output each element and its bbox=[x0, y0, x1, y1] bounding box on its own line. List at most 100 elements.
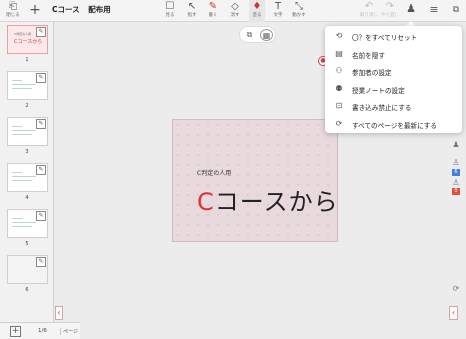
page-counter: 1/6 bbox=[38, 328, 47, 334]
page-number: 6 bbox=[25, 287, 29, 293]
edit-icon[interactable]: ✎ bbox=[36, 165, 46, 175]
menu-item-label: すべてのページを最新にする bbox=[352, 121, 437, 130]
page-thumbnail-2[interactable]: ✎ bbox=[7, 71, 48, 100]
distribution-label: 配布用 bbox=[88, 5, 111, 14]
menu-item-refresh-pages[interactable]: ⟳ すべてのページを最新にする bbox=[325, 115, 462, 133]
person-outline-icon[interactable]: ♙ bbox=[451, 158, 461, 167]
slide-title-rest: コースから bbox=[214, 188, 339, 216]
window-icon: ⧉ bbox=[452, 5, 460, 15]
reset-icon: ⟲ bbox=[335, 31, 343, 40]
redo-label: やり直し bbox=[381, 13, 399, 18]
text-icon: T bbox=[274, 1, 282, 12]
menu-item-label: 参加者の設定 bbox=[352, 69, 392, 77]
pointer-icon: ↖ bbox=[187, 1, 197, 12]
page-thumbnail-4[interactable]: ✎ bbox=[7, 163, 48, 192]
class-settings-button[interactable]: ♟ bbox=[404, 0, 418, 22]
edit-icon[interactable]: ✎ bbox=[36, 211, 46, 221]
menu-item-hide-names[interactable]: ▤ 名前を隠す bbox=[325, 45, 462, 63]
close-label: 閉じる bbox=[6, 13, 20, 18]
menu-item-participants[interactable]: ⚇ 参加者の設定 bbox=[325, 62, 462, 80]
menu-item-label: 授業ノートの設定 bbox=[352, 86, 405, 95]
collapse-sidebar-button[interactable]: ‹ bbox=[55, 306, 63, 320]
menu-item-class-note[interactable]: ⚉ 授業ノートの設定 bbox=[325, 80, 462, 98]
tool-text-label: 文字 bbox=[273, 13, 283, 18]
add-page-button[interactable]: + bbox=[10, 326, 21, 337]
slide-canvas[interactable]: C判定の人用 Cコースから bbox=[172, 119, 338, 242]
tool-move[interactable]: ⤡ 動かす bbox=[290, 0, 308, 22]
tool-write[interactable]: ✎ 書く bbox=[205, 0, 221, 22]
tool-paint-label: 塗る bbox=[252, 13, 262, 18]
document-title: Cコース 配布用 bbox=[52, 4, 111, 15]
eraser-icon: ◇ bbox=[231, 1, 239, 12]
tool-view[interactable]: ☐ 見る bbox=[162, 0, 178, 22]
edit-icon[interactable]: ✎ bbox=[36, 257, 46, 267]
edit-icon[interactable]: ✎ bbox=[36, 119, 46, 129]
tool-write-label: 書く bbox=[208, 13, 218, 18]
menu-item-label: 書き込み禁止にする bbox=[352, 104, 412, 112]
edit-icon[interactable]: ✎ bbox=[36, 27, 46, 37]
tool-move-label: 動かす bbox=[292, 13, 306, 18]
undo-icon: ↶ bbox=[364, 1, 374, 12]
page-thumbnail-6[interactable]: ✎ bbox=[7, 255, 48, 284]
edit-icon[interactable]: ✎ bbox=[36, 73, 46, 83]
page-number: 4 bbox=[25, 195, 29, 201]
page-number: 2 bbox=[25, 103, 29, 109]
page-number: 3 bbox=[25, 149, 29, 155]
class-note-icon: ⚉ bbox=[335, 83, 343, 93]
collapse-rail-button[interactable]: ‹ bbox=[449, 306, 458, 320]
redo-button[interactable]: ↷ やり直し bbox=[381, 0, 399, 22]
slide-title-accent: C bbox=[197, 188, 215, 216]
teacher-settings-icon: ♟ bbox=[406, 2, 416, 15]
page-label[interactable]: ページ bbox=[60, 328, 80, 335]
page-thumbnail-5[interactable]: ✎ bbox=[7, 209, 48, 238]
pen-icon: ✎ bbox=[208, 1, 218, 12]
page-thumbnail-1[interactable]: C判定の人用 Cコースから ✎ bbox=[7, 25, 48, 54]
menu-button[interactable]: ≡ bbox=[427, 0, 441, 22]
tool-erase[interactable]: ◇ 消す bbox=[227, 0, 243, 22]
page-sidebar: C判定の人用 Cコースから ✎ 1 ✎ 2 ✎ 3 ✎ 4 ✎ 5 ✎ 6 bbox=[0, 22, 54, 339]
top-toolbar: ⎗ 閉じる + Cコース 配布用 ☐ 見る ↖ 指す ✎ 書く ◇ 消す ♦ 塗… bbox=[0, 0, 466, 22]
slide-subtitle: C判定の人用 bbox=[197, 170, 232, 177]
redo-icon: ↷ bbox=[385, 1, 395, 12]
red-badge: 0 bbox=[452, 188, 460, 195]
thumb-title: Cコースから bbox=[14, 39, 43, 45]
refresh-pages-icon: ⟳ bbox=[335, 118, 343, 128]
page-thumbnail-3[interactable]: ✎ bbox=[7, 117, 48, 146]
menu-item-label: 〇？をすべてリセット bbox=[352, 34, 418, 42]
menu-item-label: 名前を隠す bbox=[352, 51, 385, 60]
tool-view-label: 見る bbox=[165, 13, 175, 18]
settings-menu: ⟲ 〇？をすべてリセット ▤ 名前を隠す ⚇ 参加者の設定 ⚉ 授業ノートの設定… bbox=[325, 26, 462, 133]
menu-item-reset[interactable]: ⟲ 〇？をすべてリセット bbox=[325, 27, 462, 45]
hamburger-icon: ≡ bbox=[429, 3, 439, 16]
tool-paint[interactable]: ♦ 塗る bbox=[249, 0, 265, 22]
right-rail: ♟ ♙ 6 ♙ 0 ⟳ bbox=[446, 132, 466, 312]
move-icon: ⤡ bbox=[295, 1, 303, 12]
undo-button[interactable]: ↶ 取り消し bbox=[360, 0, 378, 22]
page-number: 1 bbox=[25, 57, 29, 63]
participants-icon: ⚇ bbox=[335, 66, 343, 75]
plus-icon: + bbox=[29, 2, 41, 18]
undo-label: 取り消し bbox=[360, 13, 378, 18]
view-icon: ☐ bbox=[165, 1, 175, 12]
window-button[interactable]: ⧉ bbox=[449, 0, 463, 22]
slide-title: Cコースから bbox=[197, 182, 339, 217]
close-doc-icon: ⎗ bbox=[9, 1, 17, 12]
close-button[interactable]: ⎗ 閉じる bbox=[4, 0, 22, 22]
course-name: Cコース bbox=[52, 5, 80, 14]
split-view-icon[interactable]: ⧉ bbox=[243, 29, 256, 41]
person-icon[interactable]: ♟ bbox=[451, 140, 461, 149]
tool-point-label: 指す bbox=[187, 13, 197, 18]
add-button[interactable]: + bbox=[28, 0, 42, 22]
tool-point[interactable]: ↖ 指す bbox=[184, 0, 200, 22]
marker-icon: ♦ bbox=[252, 1, 262, 12]
tool-erase-label: 消す bbox=[230, 13, 240, 18]
name-card-icon: ▤ bbox=[335, 48, 343, 58]
tool-text[interactable]: T 文字 bbox=[270, 0, 286, 22]
menu-item-lock[interactable]: ⊡ 書き込み禁止にする bbox=[325, 97, 462, 115]
thumb-subtitle: C判定の人用 bbox=[14, 32, 32, 36]
page-number: 5 bbox=[25, 241, 29, 247]
person-small-icon[interactable]: ♙ bbox=[451, 178, 461, 187]
sidebar-footer: + 1/6 ページ bbox=[0, 322, 80, 339]
refresh-icon[interactable]: ⟳ bbox=[451, 284, 461, 293]
grid-view-icon[interactable]: ▦ bbox=[260, 29, 273, 41]
